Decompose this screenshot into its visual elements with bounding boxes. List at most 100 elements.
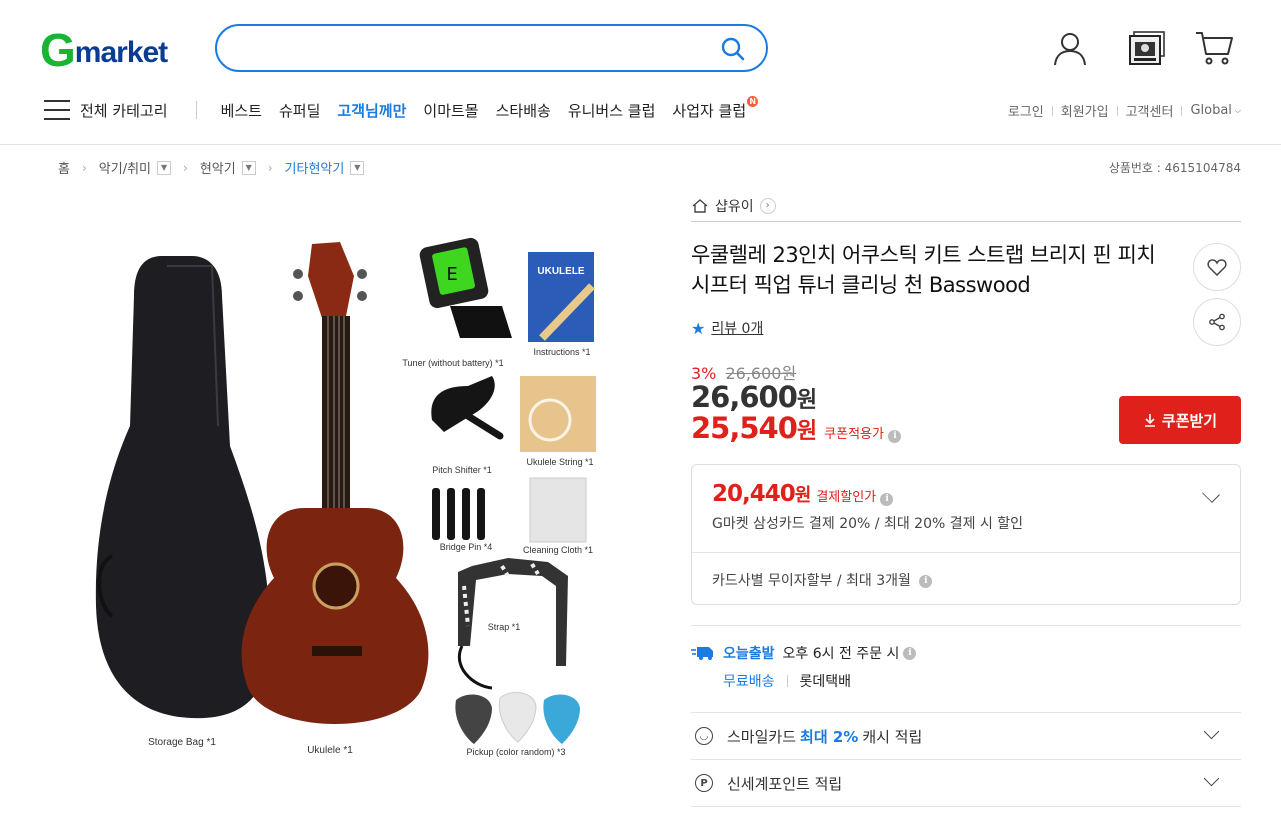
- info-icon[interactable]: i: [903, 646, 917, 660]
- smile-card-suffix: 캐시 적립: [862, 727, 923, 746]
- card-discount-header[interactable]: 20,440 원 결제할인가 i G마켓 삼성카드 결제 20% / 최대 20%…: [712, 481, 1023, 533]
- chevron-down-icon[interactable]: [1202, 485, 1220, 503]
- sale-price: 26,600원: [691, 380, 817, 414]
- today-shipping-label: 오늘출발: [723, 646, 775, 662]
- logo-text: market: [74, 36, 168, 69]
- header: G market 전체 카테고리 베스트 슈퍼딜 고객님께만 이마트몰 스타배송…: [0, 0, 1281, 145]
- smile-card-row[interactable]: ◡ 스마일카드 최대 2% 캐시 적립: [691, 713, 1241, 759]
- util-separator: [1116, 105, 1118, 116]
- smile-card-highlight: 최대 2%: [800, 727, 859, 746]
- coupon-price-amount: 25,540: [691, 411, 798, 445]
- product-number: 상품번호 : 4615104784: [1108, 161, 1241, 175]
- nav-star-delivery[interactable]: 스타배송: [496, 100, 551, 121]
- search-input[interactable]: [237, 36, 717, 62]
- capo-illustration: [431, 376, 504, 440]
- review-link[interactable]: ★ 리뷰 0개: [691, 318, 763, 338]
- login-link[interactable]: 로그인: [1008, 101, 1044, 120]
- chevron-right-icon: ›: [267, 160, 273, 175]
- breadcrumb: 홈 › 악기/취미 ▼ › 현악기 ▼ › 기타현악기 ▼: [58, 158, 365, 177]
- breadcrumb-item[interactable]: 악기/취미: [99, 158, 151, 177]
- signup-link[interactable]: 회원가입: [1061, 101, 1109, 120]
- menu-icon[interactable]: [44, 100, 70, 120]
- points-icon: P: [695, 774, 713, 792]
- heart-icon: [1207, 259, 1227, 276]
- get-coupon-label: 쿠폰받기: [1161, 411, 1218, 430]
- nav-superdeal[interactable]: 슈퍼딜: [279, 100, 320, 121]
- tuner-illustration: E: [419, 237, 512, 338]
- chevron-down-icon: ⌵: [1234, 105, 1241, 115]
- card-price-unit: 원: [794, 485, 812, 506]
- divider: [691, 625, 1241, 626]
- instructions-illustration: UKULELE: [528, 252, 595, 342]
- gmarket-logo[interactable]: G market: [40, 24, 168, 76]
- product-info: 샵유이 › 우쿨렐레 23인치 어쿠스틱 키트 스트랩 브리지 핀 피치 시프터…: [691, 190, 1241, 807]
- info-icon[interactable]: i: [919, 574, 933, 588]
- coupon-price-label: 쿠폰적용가: [824, 427, 884, 442]
- util-links: 로그인 회원가입 고객센터 Global ⌵: [1008, 101, 1241, 120]
- chevron-down-icon[interactable]: ▼: [241, 160, 256, 175]
- cart-icon[interactable]: [1194, 28, 1234, 68]
- global-link[interactable]: Global: [1190, 103, 1231, 118]
- label-tuner: Tuner (without battery) *1: [402, 358, 503, 368]
- search-icon[interactable]: [720, 36, 746, 62]
- download-icon: [1144, 414, 1155, 427]
- chevron-down-icon[interactable]: ▼: [350, 160, 365, 175]
- divider: [691, 806, 1241, 807]
- label-cleaning-cloth: Cleaning Cloth *1: [523, 545, 593, 555]
- free-shipping: 무료배송: [723, 674, 775, 690]
- label-strap: Strap *1: [488, 622, 521, 632]
- smile-card-prefix: 스마일카드: [727, 727, 797, 746]
- divider: [786, 675, 788, 687]
- get-coupon-button[interactable]: 쿠폰받기: [1119, 396, 1241, 444]
- today-shipping: 오늘출발 오후 6시 전 주문 시 i: [691, 643, 917, 663]
- chevron-down-icon: [1203, 770, 1220, 787]
- breadcrumb-item[interactable]: 현악기: [200, 158, 236, 177]
- label-pickup: Pickup (color random) *3: [466, 747, 565, 757]
- shop-link[interactable]: 샵유이 ›: [691, 190, 1241, 222]
- breadcrumb-home[interactable]: 홈: [58, 158, 70, 177]
- chevron-down-icon[interactable]: ▼: [157, 160, 172, 175]
- logo-g: G: [40, 24, 76, 76]
- chevron-right-icon: ›: [759, 197, 776, 214]
- divider: [692, 552, 1240, 553]
- shop-name: 샵유이: [715, 198, 754, 215]
- strings-illustration: [520, 376, 596, 452]
- chevron-right-icon: ›: [183, 160, 188, 175]
- product-image[interactable]: Storage Bag *1 Ukulele *1 E Tuner (witho…: [72, 226, 632, 766]
- installment-text: 카드사별 무이자할부 / 최대 3개월: [712, 573, 911, 589]
- label-storage-bag: Storage Bag *1: [148, 737, 216, 748]
- customer-center-link[interactable]: 고객센터: [1126, 101, 1174, 120]
- breadcrumb-item-current[interactable]: 기타현악기: [285, 158, 345, 177]
- card-discount-desc: G마켓 삼성카드 결제 20% / 최대 20% 결제 시 할인: [712, 516, 1024, 532]
- wishlist-button[interactable]: [1193, 243, 1241, 291]
- search-box: [215, 24, 768, 72]
- all-categories-button[interactable]: 전체 카테고리: [80, 100, 168, 121]
- shinsegae-points-label: 신세계포인트 적립: [727, 774, 843, 793]
- nav-universe-club[interactable]: 유니버스 클럽: [568, 100, 656, 121]
- user-icon[interactable]: [1050, 28, 1090, 68]
- card-price-label: 결제할인가: [816, 490, 877, 505]
- util-separator: [1181, 105, 1183, 116]
- info-icon[interactable]: i: [880, 493, 894, 506]
- share-icon: [1209, 313, 1225, 331]
- card-price-amount: 20,440: [712, 481, 796, 507]
- nav-business-club[interactable]: 사업자 클럽 N: [672, 95, 759, 121]
- nav-best[interactable]: 베스트: [221, 100, 262, 121]
- shipping-cutoff: 오후 6시 전 주문 시: [782, 646, 900, 662]
- instructions-cover-text: UKULELE: [537, 266, 585, 277]
- recent-viewed-icon[interactable]: [1126, 28, 1166, 68]
- card-discount-box: 20,440 원 결제할인가 i G마켓 삼성카드 결제 20% / 최대 20%…: [691, 464, 1241, 605]
- label-ukulele: Ukulele *1: [307, 745, 353, 756]
- review-count: 리뷰 0개: [711, 321, 764, 337]
- smile-icon: ◡: [695, 727, 713, 745]
- nav-divider: [195, 101, 197, 119]
- share-button[interactable]: [1193, 298, 1241, 346]
- nav-for-customer[interactable]: 고객님께만: [337, 100, 406, 121]
- main-nav: 전체 카테고리 베스트 슈퍼딜 고객님께만 이마트몰 스타배송 유니버스 클럽 …: [44, 95, 763, 124]
- nav-emart-mall[interactable]: 이마트몰: [423, 100, 478, 121]
- new-badge: N: [747, 95, 759, 107]
- label-bridge-pin: Bridge Pin *4: [440, 542, 493, 552]
- info-icon[interactable]: i: [887, 430, 901, 443]
- shinsegae-points-row[interactable]: P 신세계포인트 적립: [691, 760, 1241, 806]
- cleaning-cloth-illustration: [529, 477, 587, 543]
